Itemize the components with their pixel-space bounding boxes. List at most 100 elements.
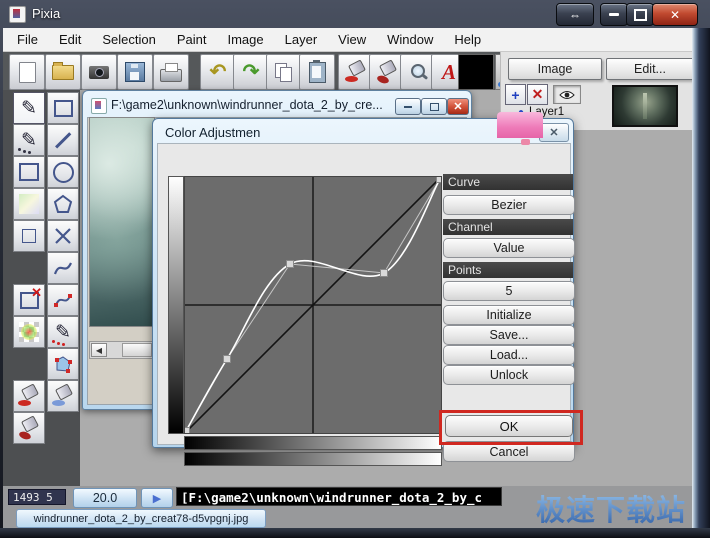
scroll-thumb[interactable]: [122, 343, 152, 357]
document-icon: [91, 98, 107, 114]
save-curve-button[interactable]: Save...: [443, 325, 575, 345]
text-icon: A: [442, 62, 456, 83]
rect-outline-icon: [19, 163, 39, 181]
rectangle-icon: [54, 100, 73, 117]
watermark-text: 极速下载站: [536, 487, 686, 529]
line-icon: [55, 132, 71, 148]
rectangle-outline-tool[interactable]: [13, 156, 45, 188]
ok-button[interactable]: OK: [445, 415, 573, 437]
zoom-level-button[interactable]: 20.0: [73, 488, 137, 508]
curve-control-point[interactable]: [185, 428, 190, 434]
redo-button[interactable]: ↷: [233, 54, 269, 90]
document-canvas[interactable]: [89, 117, 155, 327]
filled-path-icon: [53, 354, 73, 374]
vertical-gradient-strip: [168, 176, 184, 434]
minimize-button[interactable]: [600, 3, 628, 26]
rectangle-tool[interactable]: [47, 92, 79, 124]
transparent-color-tool[interactable]: [13, 316, 45, 348]
printer-icon: [160, 69, 182, 82]
ellipse-tool[interactable]: [47, 156, 79, 188]
gradient-tool[interactable]: [13, 188, 45, 220]
image-panel-button[interactable]: Image: [508, 58, 602, 80]
title-bar: Pixia ⇔ ✕: [0, 0, 710, 28]
menu-paint[interactable]: Paint: [177, 32, 207, 47]
cross-line-tool[interactable]: [47, 220, 79, 252]
scroll-left-arrow[interactable]: ◀: [91, 343, 107, 357]
initialize-button[interactable]: Initialize: [443, 305, 575, 325]
delete-icon: ✕: [532, 86, 544, 103]
layer-thumbnail[interactable]: [612, 85, 678, 127]
doc-close-button[interactable]: ✕: [447, 98, 469, 115]
add-layer-button[interactable]: +: [505, 84, 526, 105]
polygon-tool[interactable]: [47, 188, 79, 220]
curve-control-point[interactable]: [224, 356, 231, 363]
paste-button[interactable]: [299, 54, 335, 90]
edit-panel-button[interactable]: Edit...: [606, 58, 694, 80]
menu-layer[interactable]: Layer: [285, 32, 318, 47]
pen-tool[interactable]: ✎: [13, 92, 45, 124]
horizontal-gradient-strip-2: [184, 452, 442, 466]
tool-palette: ✎ ✎ ✕ ✎: [3, 90, 80, 510]
airbrush-pen-tool[interactable]: ✎: [13, 124, 45, 156]
save-button[interactable]: [117, 54, 153, 90]
curve-control-point[interactable]: [437, 177, 442, 183]
color-adjustment-dialog: Color Adjustmen ✕ Curve Bezier Channel V…: [152, 118, 574, 448]
menu-selection[interactable]: Selection: [102, 32, 155, 47]
channel-value-button[interactable]: Value: [443, 238, 575, 258]
delete-layer-button[interactable]: ✕: [527, 84, 548, 105]
menu-help[interactable]: Help: [454, 32, 481, 47]
curve-control-point[interactable]: [287, 261, 294, 268]
paint-bucket-icon: [345, 61, 367, 83]
undo-button[interactable]: ↶: [200, 54, 236, 90]
current-color-swatch[interactable]: [458, 54, 494, 90]
document-tab[interactable]: windrunner_dota_2_by_creat78-d5vpgnj.jpg: [16, 509, 266, 528]
flip-window-button[interactable]: ⇔: [556, 3, 594, 26]
horizontal-scrollbar[interactable]: ◀: [89, 341, 155, 359]
line-tool[interactable]: [47, 124, 79, 156]
fill-curve-tool[interactable]: [13, 412, 45, 444]
load-curve-button[interactable]: Load...: [443, 345, 575, 365]
layer-visibility-toggle[interactable]: [553, 85, 581, 104]
doc-maximize-button[interactable]: [421, 98, 447, 115]
points-count-button[interactable]: 5: [443, 281, 575, 301]
curve-control-point[interactable]: [381, 270, 388, 277]
menu-window[interactable]: Window: [387, 32, 433, 47]
magnifier-icon: [409, 63, 427, 81]
doc-minimize-button[interactable]: [395, 98, 421, 115]
menu-view[interactable]: View: [338, 32, 366, 47]
water-fill-tool[interactable]: [47, 380, 79, 412]
dialog-body: Curve Bezier Channel Value Points 5 Init…: [157, 143, 571, 445]
select-rect-tool[interactable]: [13, 220, 45, 252]
menu-edit[interactable]: Edit: [59, 32, 81, 47]
dialog-close-icon: ✕: [549, 126, 558, 139]
app-title: Pixia: [32, 6, 60, 21]
bezier-button[interactable]: Bezier: [443, 195, 575, 215]
capture-button[interactable]: [81, 54, 117, 90]
print-button[interactable]: [153, 54, 189, 90]
menu-file[interactable]: File: [17, 32, 38, 47]
bezier-icon: [53, 290, 73, 310]
menu-bar: File Edit Selection Paint Image Layer Vi…: [3, 28, 692, 52]
gradient-icon: [19, 194, 39, 214]
curve-tool[interactable]: [47, 252, 79, 284]
fill-tool[interactable]: [13, 380, 45, 412]
file-path-display: [F:\game2\unknown\windrunner_dota_2_by_c: [176, 487, 502, 506]
copy-icon: [275, 63, 293, 81]
unlock-button[interactable]: Unlock: [443, 365, 575, 385]
path-pen-tool[interactable]: ✎: [47, 316, 79, 348]
maximize-button[interactable]: [626, 3, 654, 26]
bezier-curve-tool[interactable]: [47, 284, 79, 316]
curve-editor[interactable]: [184, 176, 442, 434]
copy-button[interactable]: [266, 54, 302, 90]
deselect-tool[interactable]: ✕: [13, 284, 45, 316]
play-button[interactable]: ▶: [141, 488, 173, 508]
flip-icon: ⇔: [569, 8, 581, 22]
blue-bucket-icon: [52, 385, 74, 407]
filled-path-tool[interactable]: [47, 348, 79, 380]
dialog-close-button[interactable]: ✕: [539, 123, 569, 142]
new-file-button[interactable]: [9, 54, 45, 90]
close-button[interactable]: ✕: [652, 3, 698, 26]
doc-minimize-icon: [404, 106, 412, 108]
menu-image[interactable]: Image: [227, 32, 263, 47]
open-file-button[interactable]: [45, 54, 81, 90]
